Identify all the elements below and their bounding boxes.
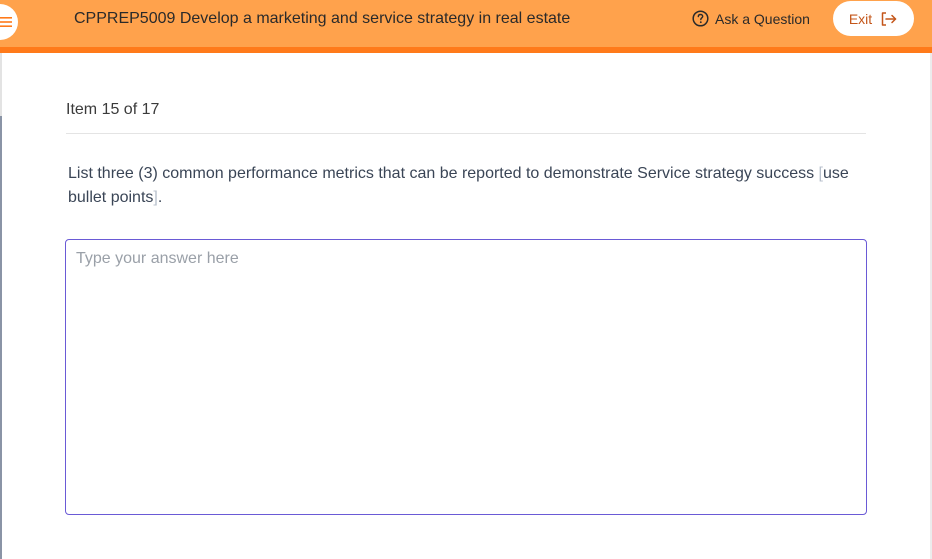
hamburger-menu-icon bbox=[0, 17, 12, 27]
left-scrollbar-strip bbox=[0, 116, 2, 559]
question-circle-icon bbox=[692, 10, 709, 27]
ask-question-label: Ask a Question bbox=[715, 10, 810, 27]
menu-button[interactable] bbox=[0, 4, 18, 40]
item-counter: Item 15 of 17 bbox=[66, 101, 160, 118]
question-main: List three (3) common performance metric… bbox=[68, 165, 819, 182]
question-text: List three (3) common performance metric… bbox=[68, 162, 868, 210]
course-title: CPPREP5009 Develop a marketing and servi… bbox=[74, 10, 571, 27]
exit-button[interactable]: Exit bbox=[833, 1, 914, 36]
ask-question-link[interactable]: Ask a Question bbox=[692, 10, 810, 27]
answer-textarea[interactable] bbox=[65, 239, 867, 515]
question-end: . bbox=[157, 189, 163, 206]
divider bbox=[66, 133, 866, 134]
top-header: CPPREP5009 Develop a marketing and servi… bbox=[0, 0, 932, 53]
page: CPPREP5009 Develop a marketing and servi… bbox=[0, 0, 932, 559]
exit-label: Exit bbox=[848, 10, 873, 27]
logout-arrow-icon bbox=[881, 11, 897, 26]
